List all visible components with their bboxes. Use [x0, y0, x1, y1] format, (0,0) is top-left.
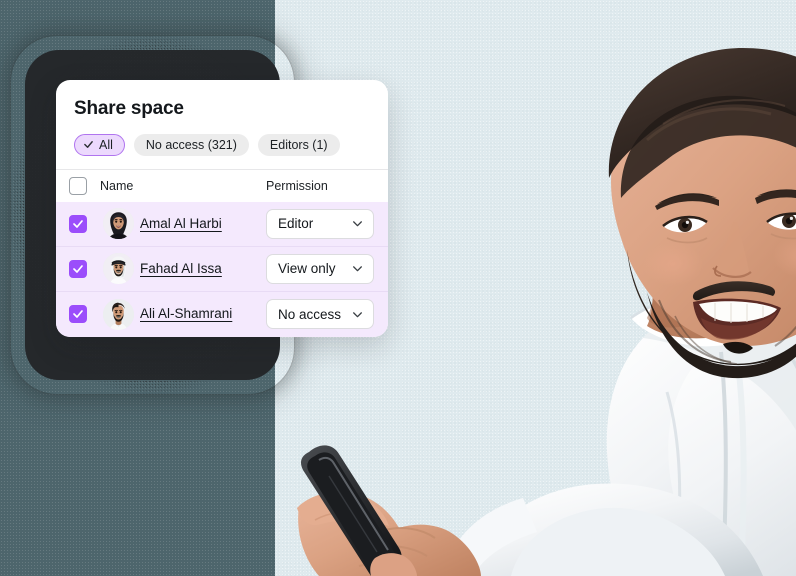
member-name-cell: Ali Al-Shamrani: [140, 305, 266, 323]
check-icon: [84, 141, 93, 149]
table-row[interactable]: Fahad Al Issa View only: [56, 246, 388, 292]
member-name-link[interactable]: Fahad Al Issa: [140, 261, 222, 277]
avatar-cell: [96, 208, 140, 240]
avatar-cell: [96, 253, 140, 285]
permission-value: View only: [278, 261, 336, 277]
table-header-row: Name Permission: [56, 168, 388, 202]
chevron-down-icon: [353, 312, 362, 318]
share-space-card: Share space All No access (321) Editors …: [56, 80, 388, 337]
row-select-cell: [56, 305, 96, 324]
permission-value: No access: [278, 306, 342, 322]
column-header-name: Name: [100, 178, 134, 193]
filter-chip-all[interactable]: All: [74, 133, 125, 156]
filter-chip-editors-label: Editors (1): [269, 137, 328, 152]
filter-chip-group: All No access (321) Editors (1): [74, 121, 370, 169]
select-all-checkbox[interactable]: [69, 176, 87, 195]
avatar: [102, 208, 134, 240]
avatar-cell: [96, 298, 140, 330]
checkmark-icon: [73, 219, 83, 228]
permission-cell: No access: [266, 299, 388, 330]
row-checkbox[interactable]: [69, 214, 87, 233]
table-row[interactable]: Ali Al-Shamrani No access: [56, 291, 388, 337]
member-name-link[interactable]: Amal Al Harbi: [140, 216, 222, 232]
row-checkbox[interactable]: [69, 259, 87, 278]
column-header-permission: Permission: [266, 178, 328, 193]
avatar: [102, 253, 134, 285]
chevron-down-icon: [353, 266, 362, 272]
permission-select[interactable]: No access: [266, 299, 374, 330]
avatar: [102, 298, 134, 330]
filter-chip-all-label: All: [99, 137, 113, 152]
filter-chip-no-access-label: No access (321): [145, 137, 237, 152]
permission-cell: Editor: [266, 208, 388, 239]
filter-chip-editors[interactable]: Editors (1): [257, 133, 340, 156]
row-checkbox[interactable]: [69, 305, 87, 324]
permission-value: Editor: [278, 216, 314, 232]
select-all-cell: [56, 176, 96, 195]
member-name-cell: Fahad Al Issa: [140, 260, 266, 278]
scene: Share space All No access (321) Editors …: [0, 0, 796, 576]
permission-select[interactable]: Editor: [266, 208, 374, 239]
permission-cell: View only: [266, 253, 388, 284]
page-title: Share space: [74, 98, 184, 119]
filter-chip-no-access[interactable]: No access (321): [133, 133, 249, 156]
table-row[interactable]: Amal Al Harbi Editor: [56, 201, 388, 247]
row-select-cell: [56, 259, 96, 278]
member-name-link[interactable]: Ali Al-Shamrani: [140, 306, 232, 322]
row-select-cell: [56, 214, 96, 233]
card-header: Share space All No access (321) Editors …: [56, 80, 388, 169]
members-table: Name Permission Amal Al Harbi Editor Fah…: [56, 168, 388, 337]
member-name-cell: Amal Al Harbi: [140, 215, 266, 233]
permission-select[interactable]: View only: [266, 253, 374, 284]
chevron-down-icon: [353, 221, 362, 227]
checkmark-icon: [73, 310, 83, 319]
checkmark-icon: [73, 264, 83, 273]
